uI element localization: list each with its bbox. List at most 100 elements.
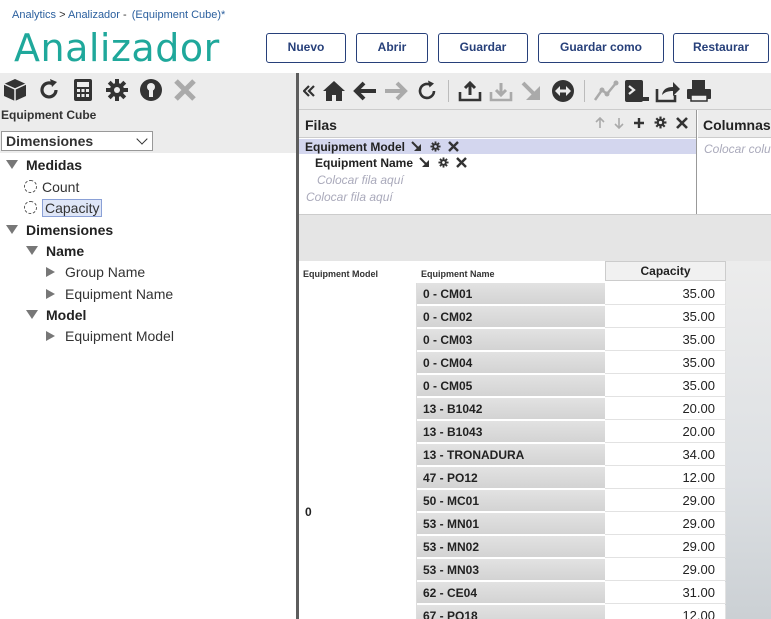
tree-measure-count[interactable]: Count	[24, 179, 79, 195]
view-select[interactable]: Dimensiones	[1, 131, 153, 151]
columns-zone[interactable]: Columnas Colocar colu	[698, 110, 771, 215]
capacity-cell[interactable]: 29.00	[605, 536, 726, 558]
new-button[interactable]: Nuevo	[266, 33, 346, 63]
equipment-name-cell[interactable]: 0 - CM04	[417, 352, 605, 374]
gear-icon[interactable]	[438, 157, 449, 168]
refresh-icon[interactable]	[414, 78, 440, 104]
capacity-cell[interactable]: 35.00	[605, 306, 726, 328]
equipment-name-cell[interactable]: 47 - PO12	[417, 467, 605, 489]
grid-header-equipment-model[interactable]: Equipment Model	[303, 269, 378, 279]
home-icon[interactable]	[321, 78, 347, 104]
capacity-cell[interactable]: 35.00	[605, 329, 726, 351]
equipment-name-cell[interactable]: 0 - CM02	[417, 306, 605, 328]
move-down-icon[interactable]	[614, 116, 624, 132]
capacity-cell[interactable]: 35.00	[605, 283, 726, 305]
restore-button[interactable]: Restaurar	[673, 33, 769, 63]
table-row: 0 - CM02 35.00	[417, 306, 726, 329]
capacity-cell[interactable]: 20.00	[605, 421, 726, 443]
table-row: 47 - PO12 12.00	[417, 467, 726, 490]
rows-zone[interactable]: Filas Equipment Model Equipment Name Col…	[299, 110, 697, 215]
share-icon[interactable]	[655, 78, 681, 104]
tree-node-model[interactable]: Model	[26, 307, 86, 323]
table-row: 50 - MC01 29.00	[417, 490, 726, 513]
tree-node-name[interactable]: Name	[26, 243, 84, 259]
grid-model-cell[interactable]: 0	[299, 283, 417, 619]
row-field-equipment-model[interactable]: Equipment Model	[305, 140, 459, 154]
drill-down-icon[interactable]	[411, 141, 422, 152]
capacity-cell[interactable]: 34.00	[605, 444, 726, 466]
nested-row-drop-placeholder[interactable]: Colocar fila aquí	[317, 173, 404, 187]
close-icon[interactable]	[448, 141, 459, 152]
row-drop-placeholder[interactable]: Colocar fila aquí	[306, 190, 393, 204]
swap-icon[interactable]	[550, 78, 576, 104]
capacity-cell[interactable]: 31.00	[605, 582, 726, 604]
tree-measure-capacity[interactable]: Capacity	[24, 199, 103, 217]
capacity-cell[interactable]: 29.00	[605, 559, 726, 581]
close-icon[interactable]	[676, 116, 688, 132]
upload-icon[interactable]	[457, 78, 483, 104]
equipment-name-cell[interactable]: 50 - MC01	[417, 490, 605, 512]
tree-node-dimensiones[interactable]: Dimensiones	[6, 222, 113, 238]
equipment-name-cell[interactable]: 53 - MN01	[417, 513, 605, 535]
calculator-icon[interactable]	[70, 77, 96, 103]
move-up-icon[interactable]	[595, 116, 605, 132]
row-field-equipment-name[interactable]: Equipment Name	[315, 156, 467, 170]
gear-icon[interactable]	[430, 141, 441, 152]
drill-down-icon[interactable]	[519, 78, 545, 104]
grid-header-equipment-name[interactable]: Equipment Name	[421, 269, 495, 279]
terminal-icon[interactable]	[624, 78, 650, 104]
tree-node-medidas[interactable]: Medidas	[6, 157, 82, 173]
drill-down-icon[interactable]	[419, 157, 430, 168]
equipment-name-cell[interactable]: 53 - MN02	[417, 536, 605, 558]
equipment-name-cell[interactable]: 0 - CM01	[417, 283, 605, 305]
column-drop-placeholder[interactable]: Colocar colu	[704, 142, 771, 156]
equipment-name-cell[interactable]: 13 - B1043	[417, 421, 605, 443]
cube-icon[interactable]	[2, 77, 28, 103]
equipment-name-cell[interactable]: 67 - PO18	[417, 605, 605, 619]
tree-level-equipment-model[interactable]: Equipment Model	[46, 328, 174, 344]
pivot-toolbar	[299, 73, 771, 109]
download-icon[interactable]	[488, 78, 514, 104]
tree-level-group-name[interactable]: Group Name	[46, 264, 145, 280]
refresh-icon[interactable]	[36, 77, 62, 103]
gear-icon[interactable]	[104, 77, 130, 103]
close-icon[interactable]	[172, 77, 198, 103]
gear-icon[interactable]	[654, 116, 667, 132]
open-button[interactable]: Abrir	[356, 33, 428, 63]
collapse-icon[interactable]	[302, 78, 316, 104]
capacity-cell[interactable]: 12.00	[605, 467, 726, 489]
capacity-cell[interactable]: 35.00	[605, 375, 726, 397]
back-icon[interactable]	[352, 78, 378, 104]
equipment-name-cell[interactable]: 13 - B1042	[417, 398, 605, 420]
close-icon[interactable]	[456, 157, 467, 168]
equipment-name-cell[interactable]: 53 - MN03	[417, 559, 605, 581]
add-icon[interactable]	[633, 116, 645, 132]
pivot-grid: Equipment Model Equipment Name Capacity …	[299, 261, 771, 619]
save-as-button[interactable]: Guardar como	[538, 33, 664, 63]
info-icon[interactable]	[138, 77, 164, 103]
equipment-name-cell[interactable]: 62 - CE04	[417, 582, 605, 604]
table-row: 0 - CM04 35.00	[417, 352, 726, 375]
line-chart-icon[interactable]	[593, 78, 619, 104]
measure-icon	[24, 201, 37, 214]
capacity-cell[interactable]: 29.00	[605, 513, 726, 535]
tree-level-equipment-name[interactable]: Equipment Name	[46, 286, 173, 302]
capacity-cell[interactable]: 35.00	[605, 352, 726, 374]
capacity-cell[interactable]: 20.00	[605, 398, 726, 420]
grid-header-capacity[interactable]: Capacity	[605, 261, 726, 281]
equipment-name-cell[interactable]: 0 - CM05	[417, 375, 605, 397]
equipment-name-cell[interactable]: 0 - CM03	[417, 329, 605, 351]
breadcrumb-separator: >	[59, 9, 66, 21]
print-icon[interactable]	[686, 78, 712, 104]
rows-zone-header: Filas	[299, 110, 696, 138]
capacity-cell[interactable]: 29.00	[605, 490, 726, 512]
capacity-cell[interactable]: 12.00	[605, 605, 726, 619]
save-button[interactable]: Guardar	[438, 33, 528, 63]
equipment-name-cell[interactable]: 13 - TRONADURA	[417, 444, 605, 466]
breadcrumb-analytics-link[interactable]: Analytics	[12, 9, 56, 21]
forward-icon[interactable]	[383, 78, 409, 104]
table-row: 13 - TRONADURA 34.00	[417, 444, 726, 467]
layout-zones: Filas Equipment Model Equipment Name Col…	[299, 109, 771, 215]
breadcrumb-cube: (Equipment Cube)*	[131, 9, 226, 21]
breadcrumb-analizador-link[interactable]: Analizador	[68, 9, 120, 21]
